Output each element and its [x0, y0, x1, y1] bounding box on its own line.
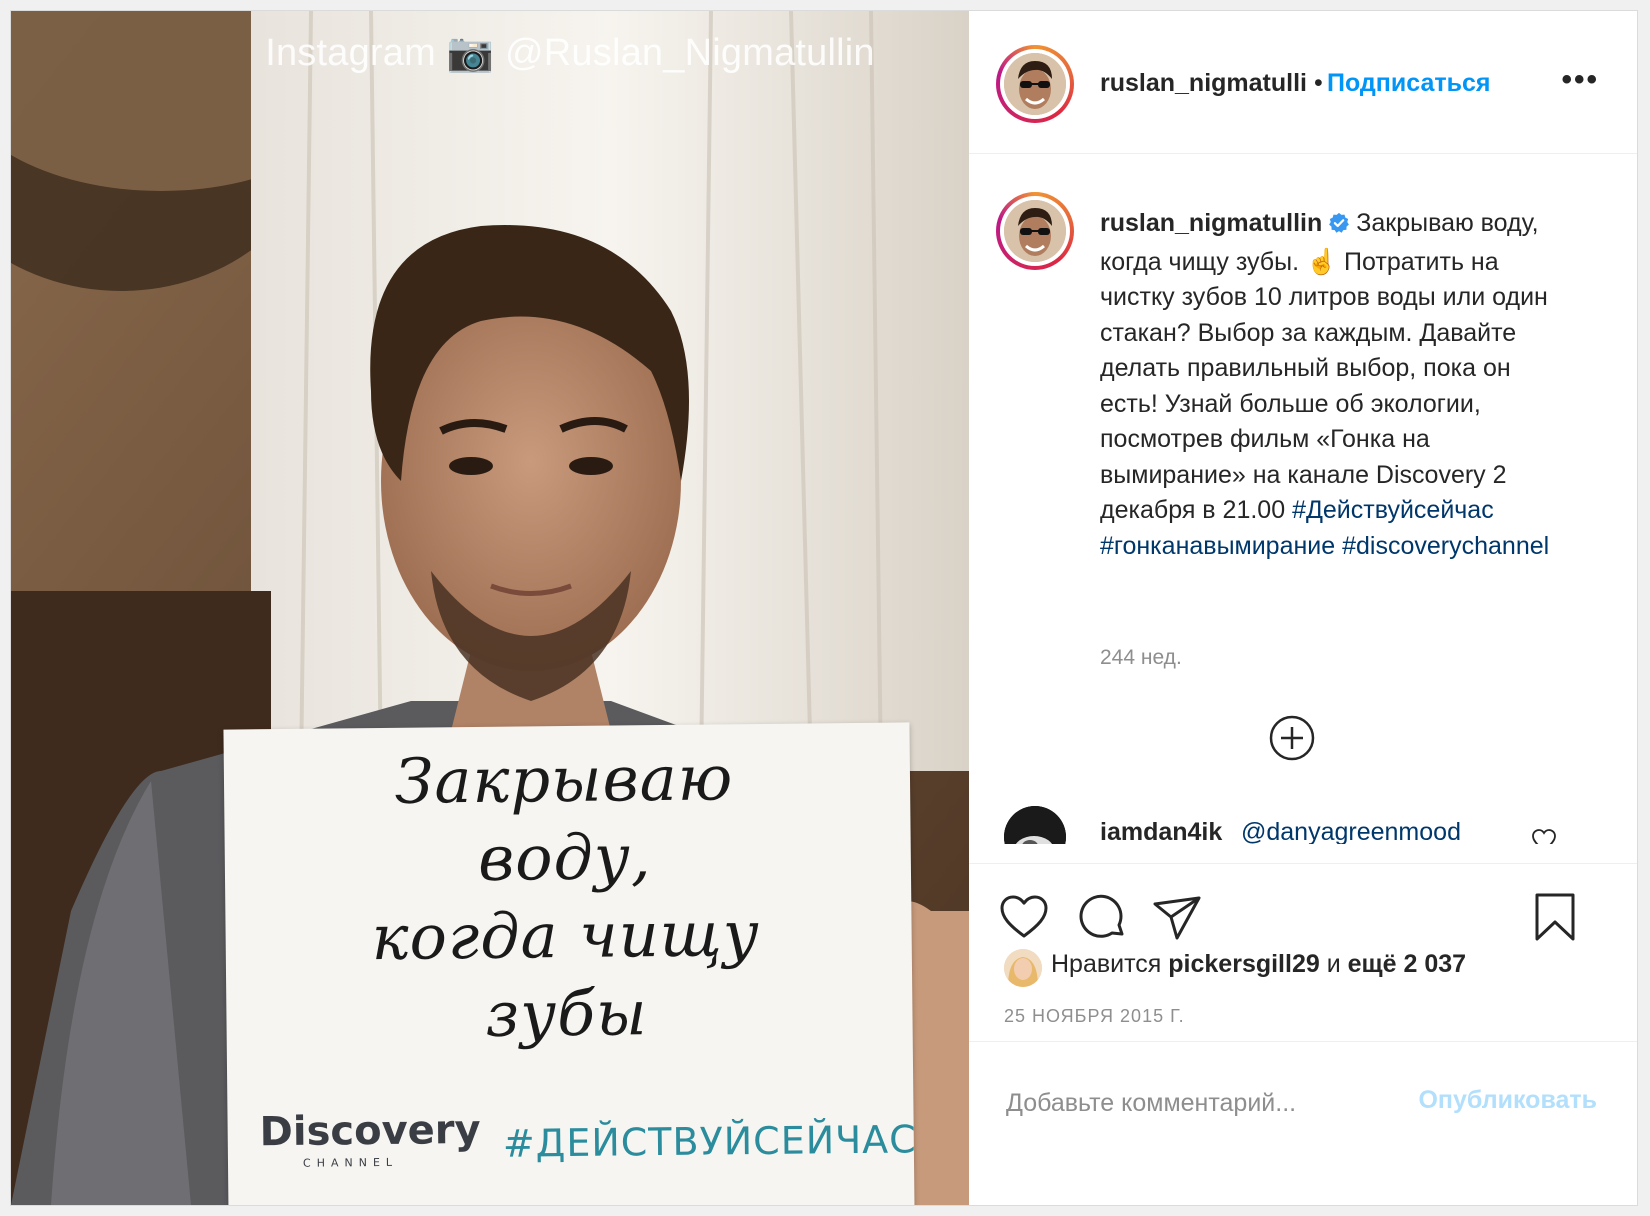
author-username[interactable]: ruslan_nigmatulli	[1100, 69, 1307, 98]
comment-mention-link[interactable]: @danyagreenmood	[1241, 818, 1461, 844]
publish-button[interactable]: Опубликовать	[1418, 1086, 1597, 1115]
save-button[interactable]	[1533, 892, 1577, 947]
post-header: ruslan_nigmatulli • Подписаться •••	[969, 11, 1637, 154]
discovery-logo: Discovery	[259, 1106, 481, 1156]
liker-avatar[interactable]	[1004, 949, 1042, 987]
comment-button[interactable]	[1077, 894, 1127, 947]
post-actions: Нравится pickersgill29 и ещё 2 037 25 НО…	[969, 863, 1637, 1064]
caption-username[interactable]: ruslan_nigmatullin	[1100, 209, 1322, 237]
post-age[interactable]: 244 нед.	[1100, 646, 1182, 670]
separator-dot: •	[1314, 69, 1323, 97]
likes-summary: Нравится pickersgill29 и ещё 2 037	[1051, 950, 1466, 979]
comment-bubble-icon	[1079, 894, 1124, 938]
add-comment-bar: Опубликовать	[969, 1041, 1637, 1206]
paper-plane-icon	[1153, 896, 1201, 940]
post-caption: ruslan_nigmatullin Закрываю воду, когда ч…	[1100, 206, 1570, 564]
handwritten-sign: Закрываю воду, когда чищу зубы Discovery…	[223, 722, 917, 1205]
follow-button[interactable]: Подписаться	[1327, 69, 1490, 98]
load-more-comments-button[interactable]	[1268, 714, 1316, 767]
comments-area[interactable]: ruslan_nigmatullin Закрываю воду, когда ч…	[969, 154, 1637, 844]
share-button[interactable]	[1152, 894, 1202, 947]
author-avatar[interactable]	[996, 45, 1074, 123]
caption-text: Закрываю воду, когда чищу зубы. ☝️ Потра…	[1100, 209, 1548, 524]
likes-middle: и	[1326, 950, 1341, 978]
caption-author-avatar[interactable]	[996, 192, 1074, 270]
heart-icon	[1000, 895, 1048, 938]
post-sidebar: ruslan_nigmatulli • Подписаться ••• rusl…	[969, 11, 1637, 1205]
sign-handwriting: Закрываю воду, когда чищу зубы	[371, 741, 761, 1051]
discovery-logo-subtitle: CHANNEL	[302, 1155, 399, 1170]
likes-prefix: Нравится	[1051, 950, 1162, 978]
comment-like-button[interactable]	[1531, 828, 1557, 844]
instagram-post: Instagram 📷 @Ruslan_Nigmatullin Закрываю…	[10, 10, 1638, 1206]
like-button[interactable]	[999, 894, 1049, 945]
hashtag-link[interactable]: #Действуйсейчас	[1292, 496, 1494, 524]
more-options-button[interactable]: •••	[1561, 63, 1599, 97]
commenter-username[interactable]: iamdan4ik	[1100, 818, 1222, 844]
hashtag-link[interactable]: #гонканавымирание	[1100, 532, 1335, 560]
commenter-avatar[interactable]	[1004, 806, 1066, 844]
heart-outline-icon	[1532, 829, 1556, 844]
liker-avatar-image	[1004, 949, 1042, 987]
comment-item: iamdan4ik @danyagreenmood	[969, 806, 1637, 844]
comment-input[interactable]	[1004, 1082, 1388, 1124]
likes-user-link[interactable]: pickersgill29	[1168, 950, 1319, 978]
post-photo: Instagram 📷 @Ruslan_Nigmatullin Закрываю…	[11, 11, 969, 1205]
hashtag-link[interactable]: #discoverychannel	[1342, 532, 1549, 560]
likes-count-link[interactable]: ещё 2 037	[1348, 950, 1466, 978]
bookmark-icon	[1535, 893, 1575, 941]
plus-circle-icon	[1269, 715, 1315, 761]
caption-avatar-image	[1004, 200, 1066, 262]
sign-hashtag: #ДЕЙСТВУЙСЕЙЧАС	[502, 1117, 917, 1166]
watermark-text: Instagram 📷 @Ruslan_Nigmatullin	[265, 32, 875, 74]
post-date[interactable]: 25 НОЯБРЯ 2015 Г.	[1004, 1006, 1185, 1027]
verified-badge-icon	[1328, 209, 1350, 245]
commenter-avatar-image	[1004, 806, 1066, 844]
author-avatar-image	[1004, 53, 1066, 115]
